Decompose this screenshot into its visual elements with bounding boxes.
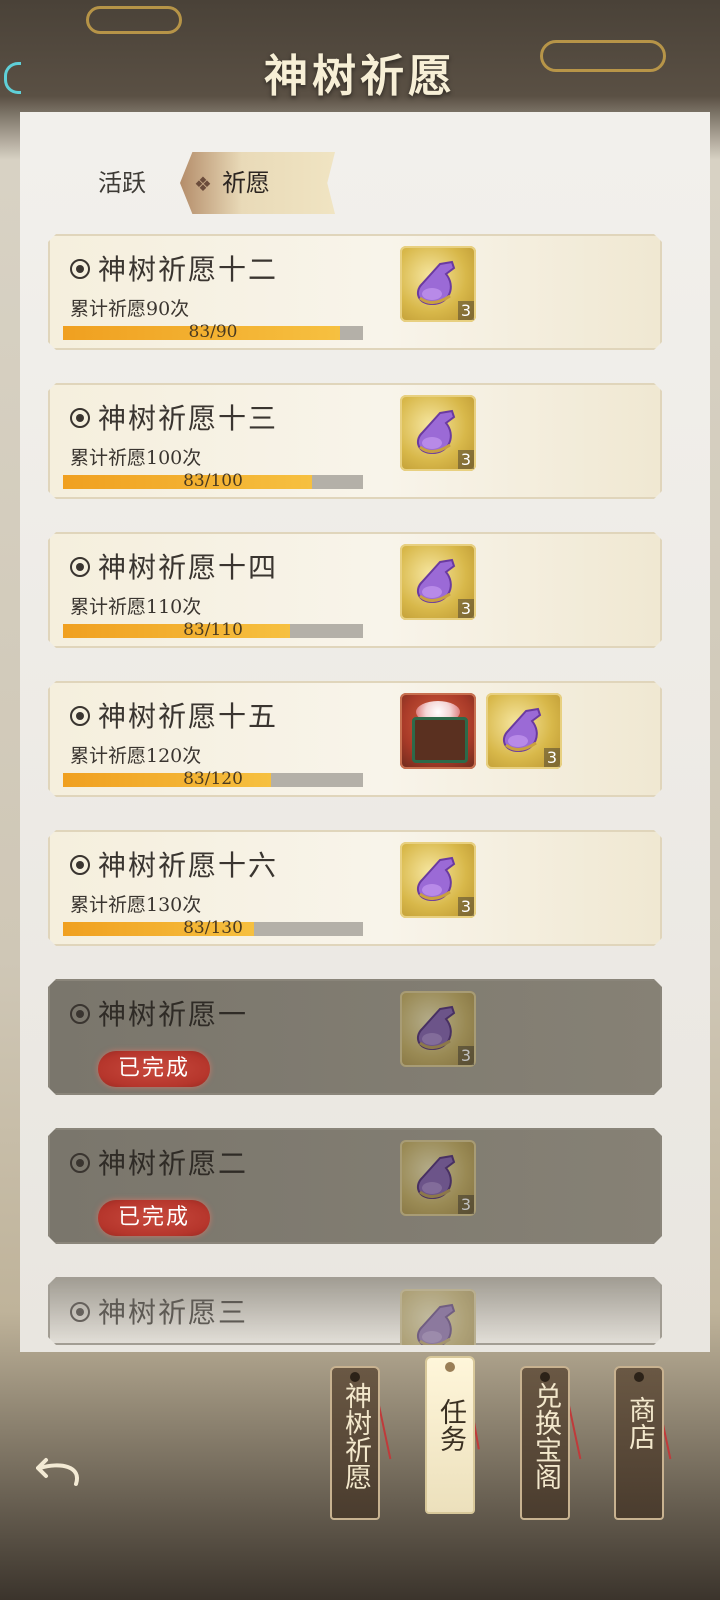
task-title-text: 神树祈愿一 [98,998,249,1031]
task-card[interactable]: 神树祈愿十三 累计祈愿100次 83/100 3 [48,383,662,499]
task-title-text: 神树祈愿十五 [98,700,279,733]
nav-tag-wish-tree[interactable]: 神树祈愿 [330,1366,380,1520]
task-card[interactable]: 神树祈愿十六 累计祈愿130次 83/130 3 [48,830,662,946]
reward-item[interactable]: 3 [400,544,476,620]
purple-bottle-icon [410,856,462,904]
purple-bottle-icon [410,1005,462,1053]
target-icon [70,1302,90,1322]
reward-quantity: 3 [458,301,474,320]
progress-text: 83/90 [188,322,238,342]
tab-bar: 活跃 ❖ 祈愿 [20,152,710,214]
task-title: 神树祈愿一 [70,993,248,1033]
reward-item[interactable] [400,693,476,769]
reward-quantity: 3 [458,1046,474,1065]
tab-wish[interactable]: ❖ 祈愿 [180,152,335,214]
task-title-text: 神树祈愿十六 [98,849,279,882]
task-title: 神树祈愿十三 [70,397,278,437]
task-title-text: 神树祈愿十四 [98,551,279,584]
target-icon [70,557,90,577]
reward-item[interactable]: 3 [400,842,476,918]
purple-bottle-icon [410,409,462,457]
task-card[interactable]: 神树祈愿十二 累计祈愿90次 83/90 3 [48,234,662,350]
target-icon [70,1153,90,1173]
task-card[interactable]: 神树祈愿一已完成 3 [48,979,662,1095]
reward-quantity: 3 [458,450,474,469]
nav-tag-exchange[interactable]: 兑换宝阁 [520,1366,570,1520]
nav-tag-label: 任务 [435,1398,466,1452]
tag-hole [445,1362,455,1372]
target-icon [70,706,90,726]
target-icon [70,408,90,428]
progress-bar: 83/120 [63,773,363,787]
task-title: 神树祈愿十四 [70,546,278,586]
reward-item[interactable]: 3 [400,395,476,471]
task-requirement: 累计祈愿90次 [70,298,190,320]
tab-label: 祈愿 [221,169,270,197]
task-title: 神树祈愿十五 [70,695,278,735]
chest-icon [412,717,468,763]
tag-hole [634,1372,644,1382]
task-card[interactable]: 神树祈愿十四 累计祈愿110次 83/110 3 [48,532,662,648]
completed-badge: 已完成 [98,1051,210,1087]
progress-bar: 83/130 [63,922,363,936]
diamond-icon: ❖ [194,172,212,196]
task-title: 神树祈愿十六 [70,844,278,884]
completed-badge: 已完成 [98,1200,210,1236]
progress-text: 83/100 [183,471,243,491]
tag-hole [540,1372,550,1382]
task-requirement: 累计祈愿100次 [70,447,202,469]
task-requirement: 累计祈愿110次 [70,596,202,618]
tab-active-tasks[interactable]: 活跃 [98,152,146,214]
back-arrow-icon[interactable] [36,1450,88,1490]
reward-item[interactable]: 3 [486,693,562,769]
tag-hole [350,1372,360,1382]
task-requirement: 累计祈愿130次 [70,894,202,916]
reward-quantity: 3 [458,599,474,618]
progress-text: 83/120 [183,769,243,789]
purple-bottle-icon [496,707,548,755]
task-title: 神树祈愿二 [70,1142,248,1182]
task-requirement: 累计祈愿120次 [70,745,202,767]
task-card[interactable]: 神树祈愿十五 累计祈愿120次 83/120 3 [48,681,662,797]
progress-text: 83/110 [183,620,243,640]
progress-bar: 83/90 [63,326,363,340]
nav-tag-label: 商店 [624,1396,655,1450]
progress-text: 83/130 [183,918,243,938]
reward-item[interactable]: 3 [400,991,476,1067]
cloud-decoration [86,6,182,34]
task-title-text: 神树祈愿二 [98,1147,249,1180]
nav-tag-label: 兑换宝阁 [530,1382,561,1490]
task-title-text: 神树祈愿十三 [98,402,279,435]
reward-quantity: 3 [458,1195,474,1214]
target-icon [70,259,90,279]
purple-bottle-icon [410,1154,462,1202]
purple-bottle-icon [410,558,462,606]
reward-item[interactable]: 3 [400,246,476,322]
task-title-text: 神树祈愿十二 [98,253,279,286]
tab-label: 活跃 [98,169,146,197]
nav-tag-label: 神树祈愿 [340,1382,371,1490]
reward-quantity: 3 [544,748,560,767]
progress-bar: 83/110 [63,624,363,638]
task-card[interactable]: 神树祈愿二已完成 3 [48,1128,662,1244]
page-title: 神树祈愿 [264,51,456,102]
progress-bar: 83/100 [63,475,363,489]
nav-tag-tasks[interactable]: 任务 [425,1356,475,1514]
task-title: 神树祈愿十二 [70,248,278,288]
target-icon [70,1004,90,1024]
reward-item[interactable]: 3 [400,1140,476,1216]
target-icon [70,855,90,875]
nav-tag-shop[interactable]: 商店 [614,1366,664,1520]
purple-bottle-icon [410,260,462,308]
reward-quantity: 3 [458,897,474,916]
